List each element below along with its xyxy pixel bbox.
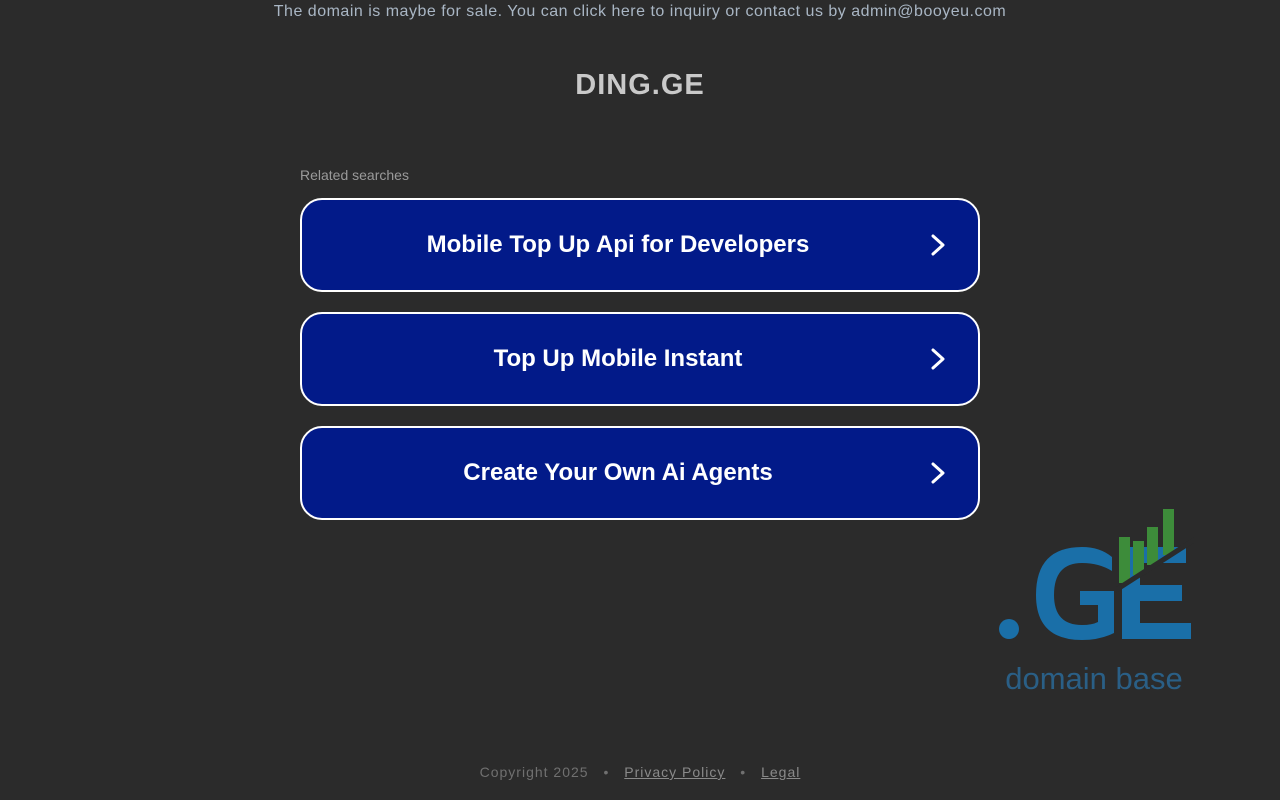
related-search-link-1[interactable]: Mobile Top Up Api for Developers xyxy=(300,198,980,292)
logo-dot xyxy=(999,619,1019,639)
logo-bar xyxy=(1133,541,1144,575)
chevron-right-icon xyxy=(931,348,945,370)
related-searches-label: Related searches xyxy=(300,167,409,183)
copyright-text: Copyright 2025 xyxy=(479,764,589,780)
logo-letter-g xyxy=(1036,547,1114,640)
legal-link[interactable]: Legal xyxy=(761,764,800,780)
logo-subtitle: domain base xyxy=(1005,661,1183,696)
logo-bar xyxy=(1119,537,1130,583)
related-search-label: Create Your Own Ai Agents xyxy=(463,459,773,486)
parked-domain-page: The domain is maybe for sale. You can cl… xyxy=(0,0,1280,800)
footer-separator: • xyxy=(740,764,747,780)
chevron-right-icon xyxy=(931,462,945,484)
logo-bar xyxy=(1147,527,1158,565)
footer-separator: • xyxy=(603,764,610,780)
related-search-link-2[interactable]: Top Up Mobile Instant xyxy=(300,312,980,406)
domain-sale-banner[interactable]: The domain is maybe for sale. You can cl… xyxy=(0,2,1280,22)
related-search-label: Mobile Top Up Api for Developers xyxy=(426,231,810,258)
privacy-policy-link[interactable]: Privacy Policy xyxy=(624,764,725,780)
footer: Copyright 2025 • Privacy Policy • Legal xyxy=(0,763,1280,781)
related-search-link-3[interactable]: Create Your Own Ai Agents xyxy=(300,426,980,520)
ge-domain-base-logo: domain base xyxy=(999,509,1194,696)
related-search-label: Top Up Mobile Instant xyxy=(493,345,743,372)
chevron-right-icon xyxy=(931,234,945,256)
logo-bar xyxy=(1163,509,1174,555)
domain-title: DING.GE xyxy=(575,69,705,101)
